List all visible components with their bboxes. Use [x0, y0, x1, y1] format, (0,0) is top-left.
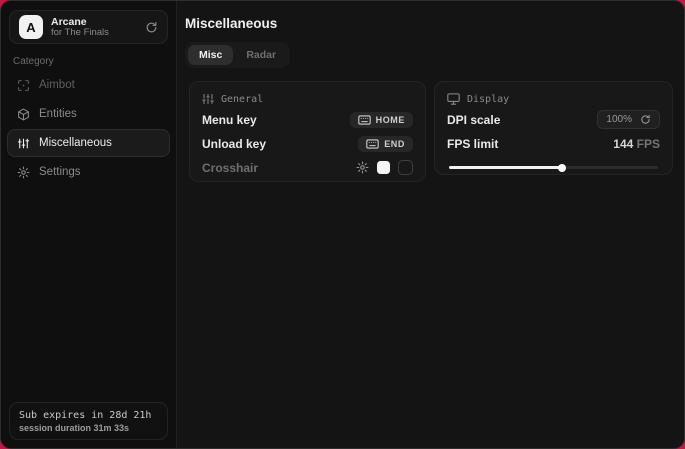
crosshair-color-swatch[interactable] — [377, 161, 390, 174]
monitor-icon — [447, 93, 460, 105]
display-card: Display DPI scale 100% FPS limit 144 FPS — [434, 81, 673, 175]
fps-limit-row: FPS limit 144 FPS — [447, 132, 660, 155]
cube-icon — [17, 108, 30, 121]
dpi-scale-value: 100% — [606, 114, 632, 125]
sidebar-item-label: Entities — [39, 108, 77, 120]
menu-key-value: HOME — [376, 115, 405, 125]
sidebar-item-label: Settings — [39, 166, 81, 178]
sidebar-item-miscellaneous[interactable]: Miscellaneous — [7, 129, 170, 157]
keyboard-icon — [358, 115, 371, 125]
sidebar: A Arcane for The Finals Category — [1, 1, 177, 448]
unload-key-bind-button[interactable]: END — [358, 136, 413, 152]
general-card-title: General — [221, 94, 263, 105]
menu-key-label: Menu key — [202, 113, 257, 127]
keyboard-icon — [366, 139, 379, 149]
subscription-status-card: Sub expires in 28d 21h session duration … — [9, 402, 168, 440]
category-label: Category — [13, 56, 54, 67]
fps-limit-value: 144 FPS — [613, 137, 660, 151]
app-logo: A — [19, 15, 43, 39]
tab-bar: Misc Radar — [185, 42, 290, 68]
rotate-reset-icon[interactable] — [640, 114, 651, 125]
slider-fill — [449, 166, 562, 169]
general-card: General Menu key HOME Unload key — [189, 81, 426, 182]
session-duration-text: session duration 31m 33s — [19, 423, 158, 433]
display-card-header: Display — [447, 91, 660, 107]
sub-expiry-text: Sub expires in 28d 21h — [19, 410, 158, 421]
crosshair-row: Crosshair — [202, 156, 413, 179]
unload-key-label: Unload key — [202, 137, 266, 151]
sidebar-item-aimbot[interactable]: Aimbot — [7, 71, 170, 99]
menu-key-row: Menu key HOME — [202, 108, 413, 131]
crosshair-controls — [356, 160, 413, 175]
fps-limit-label: FPS limit — [447, 137, 498, 151]
app-subtitle: for The Finals — [51, 28, 109, 39]
crosshair-checkbox[interactable] — [398, 160, 413, 175]
dpi-scale-row: DPI scale 100% — [447, 108, 660, 131]
slider-thumb[interactable] — [558, 164, 566, 172]
sliders-icon — [17, 137, 30, 150]
gear-icon[interactable] — [356, 161, 369, 174]
tab-misc[interactable]: Misc — [188, 45, 233, 65]
main-content: Miscellaneous Misc Radar General Menu ke… — [177, 1, 684, 448]
display-card-title: Display — [467, 94, 509, 105]
menu-key-bind-button[interactable]: HOME — [350, 112, 413, 128]
general-card-header: General — [202, 91, 413, 107]
sidebar-nav: Aimbot Entities Miscellaneous — [7, 71, 170, 187]
crosshair-label: Crosshair — [202, 161, 258, 175]
app-title: Arcane — [51, 16, 109, 28]
dpi-scale-control[interactable]: 100% — [597, 110, 660, 129]
sliders-horizontal-icon — [202, 93, 214, 105]
page-title: Miscellaneous — [185, 16, 277, 31]
sidebar-item-entities[interactable]: Entities — [7, 100, 170, 128]
tab-radar[interactable]: Radar — [235, 45, 287, 65]
app-header-card: A Arcane for The Finals — [9, 10, 168, 44]
refresh-icon[interactable] — [145, 21, 158, 34]
dpi-scale-label: DPI scale — [447, 113, 500, 127]
unload-key-row: Unload key END — [202, 132, 413, 155]
fps-unit: FPS — [637, 137, 660, 151]
app-meta: Arcane for The Finals — [51, 16, 109, 39]
sidebar-item-label: Miscellaneous — [39, 137, 112, 149]
fps-limit-slider[interactable] — [447, 163, 660, 171]
sidebar-item-label: Aimbot — [39, 79, 75, 91]
unload-key-value: END — [384, 139, 405, 149]
app-window: A Arcane for The Finals Category — [0, 0, 685, 449]
gear-icon — [17, 166, 30, 179]
sidebar-item-settings[interactable]: Settings — [7, 158, 170, 186]
crosshair-scan-icon — [17, 79, 30, 92]
slider-track — [449, 166, 658, 169]
